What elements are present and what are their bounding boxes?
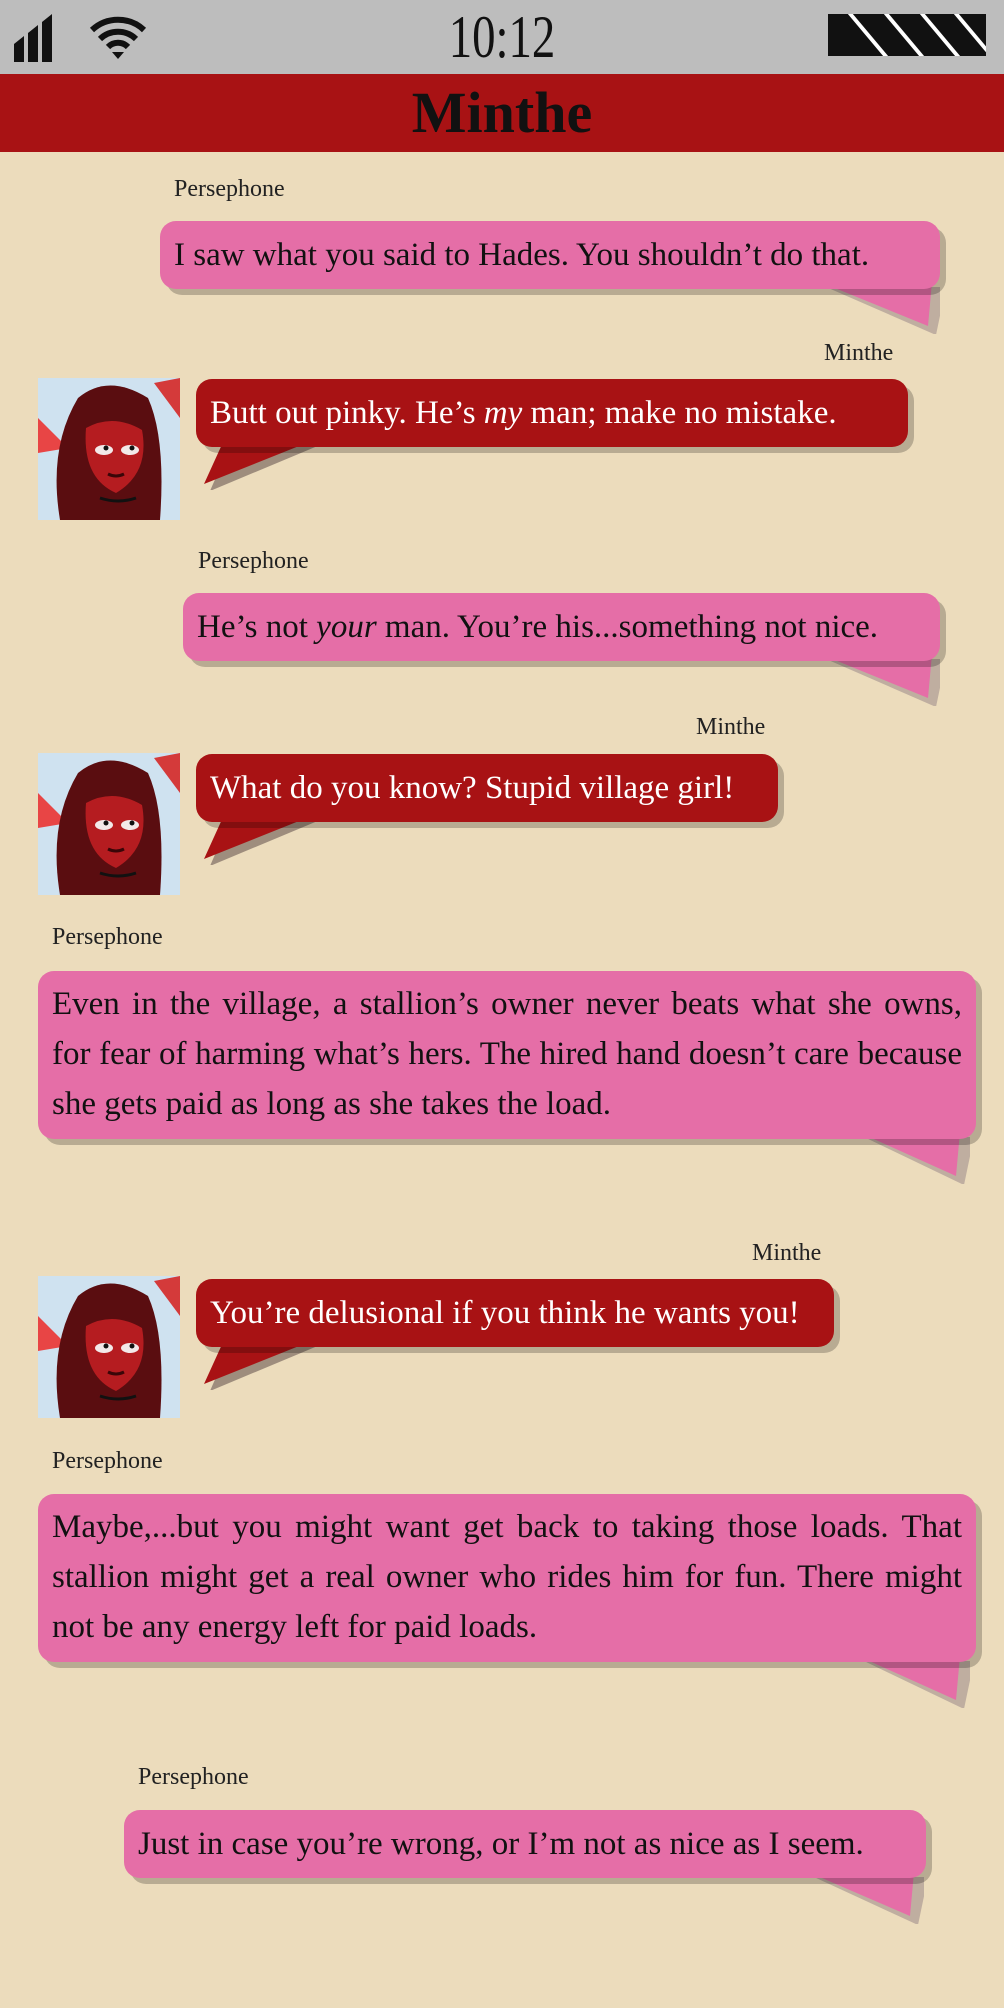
message-text: Even in the village, a stallion’s owner … bbox=[52, 986, 962, 1122]
message-bubble-persephone: Even in the village, a stallion’s owner … bbox=[38, 971, 976, 1139]
message-text: I saw what you said to Hades. You should… bbox=[174, 237, 870, 273]
signal-bars-icon bbox=[14, 14, 52, 62]
message-text: Maybe,...but you might want get back to … bbox=[52, 1509, 962, 1645]
sender-name-persephone: Persephone bbox=[52, 1448, 163, 1474]
bubble-tail bbox=[820, 282, 940, 334]
bubble-tail bbox=[820, 654, 940, 706]
contact-name-title: Minthe bbox=[411, 80, 593, 145]
message-text: You’re delusional if you think he wants … bbox=[210, 1295, 800, 1331]
sender-name-persephone: Persephone bbox=[198, 548, 309, 574]
sender-name-minthe: Minthe bbox=[752, 1240, 822, 1266]
message-bubble-persephone: He’s not your man. You’re his...somethin… bbox=[183, 593, 940, 661]
message-bubble-persephone: I saw what you said to Hades. You should… bbox=[160, 221, 940, 289]
message-bubble-minthe: Butt out pinky. He’s my man; make no mis… bbox=[196, 379, 908, 447]
minthe-avatar bbox=[38, 378, 180, 520]
bubble-tail bbox=[204, 815, 320, 865]
message-text: Butt out pinky. He’s my man; make no mis… bbox=[210, 395, 837, 431]
message-text: He’s not your man. You’re his...somethin… bbox=[197, 609, 879, 645]
message-bubble-persephone: Maybe,...but you might want get back to … bbox=[38, 1494, 976, 1662]
bubble-tail bbox=[204, 1340, 320, 1390]
minthe-avatar bbox=[38, 1276, 180, 1418]
battery-icon bbox=[828, 14, 986, 56]
status-time: 10:12 bbox=[448, 4, 556, 70]
sender-name-persephone: Persephone bbox=[138, 1764, 249, 1790]
conversation-header: Minthe bbox=[0, 74, 1004, 152]
message-bubble-minthe: You’re delusional if you think he wants … bbox=[196, 1279, 834, 1347]
bubble-tail bbox=[808, 1872, 924, 1924]
bubble-tail bbox=[858, 1656, 970, 1708]
sender-name-minthe: Minthe bbox=[696, 714, 766, 740]
message-text: What do you know? Stupid village girl! bbox=[210, 770, 735, 806]
status-bar: 10:12 bbox=[0, 0, 1004, 74]
sender-name-persephone: Persephone bbox=[52, 924, 163, 950]
bubble-tail bbox=[204, 440, 320, 490]
message-bubble-minthe: What do you know? Stupid village girl! bbox=[196, 754, 778, 822]
message-bubble-persephone: Just in case you’re wrong, or I’m not as… bbox=[124, 1810, 926, 1878]
sender-name-persephone: Persephone bbox=[174, 176, 285, 202]
minthe-avatar bbox=[38, 753, 180, 895]
bubble-tail bbox=[858, 1132, 970, 1184]
sender-name-minthe: Minthe bbox=[824, 340, 894, 366]
message-text: Just in case you’re wrong, or I’m not as… bbox=[138, 1826, 864, 1862]
